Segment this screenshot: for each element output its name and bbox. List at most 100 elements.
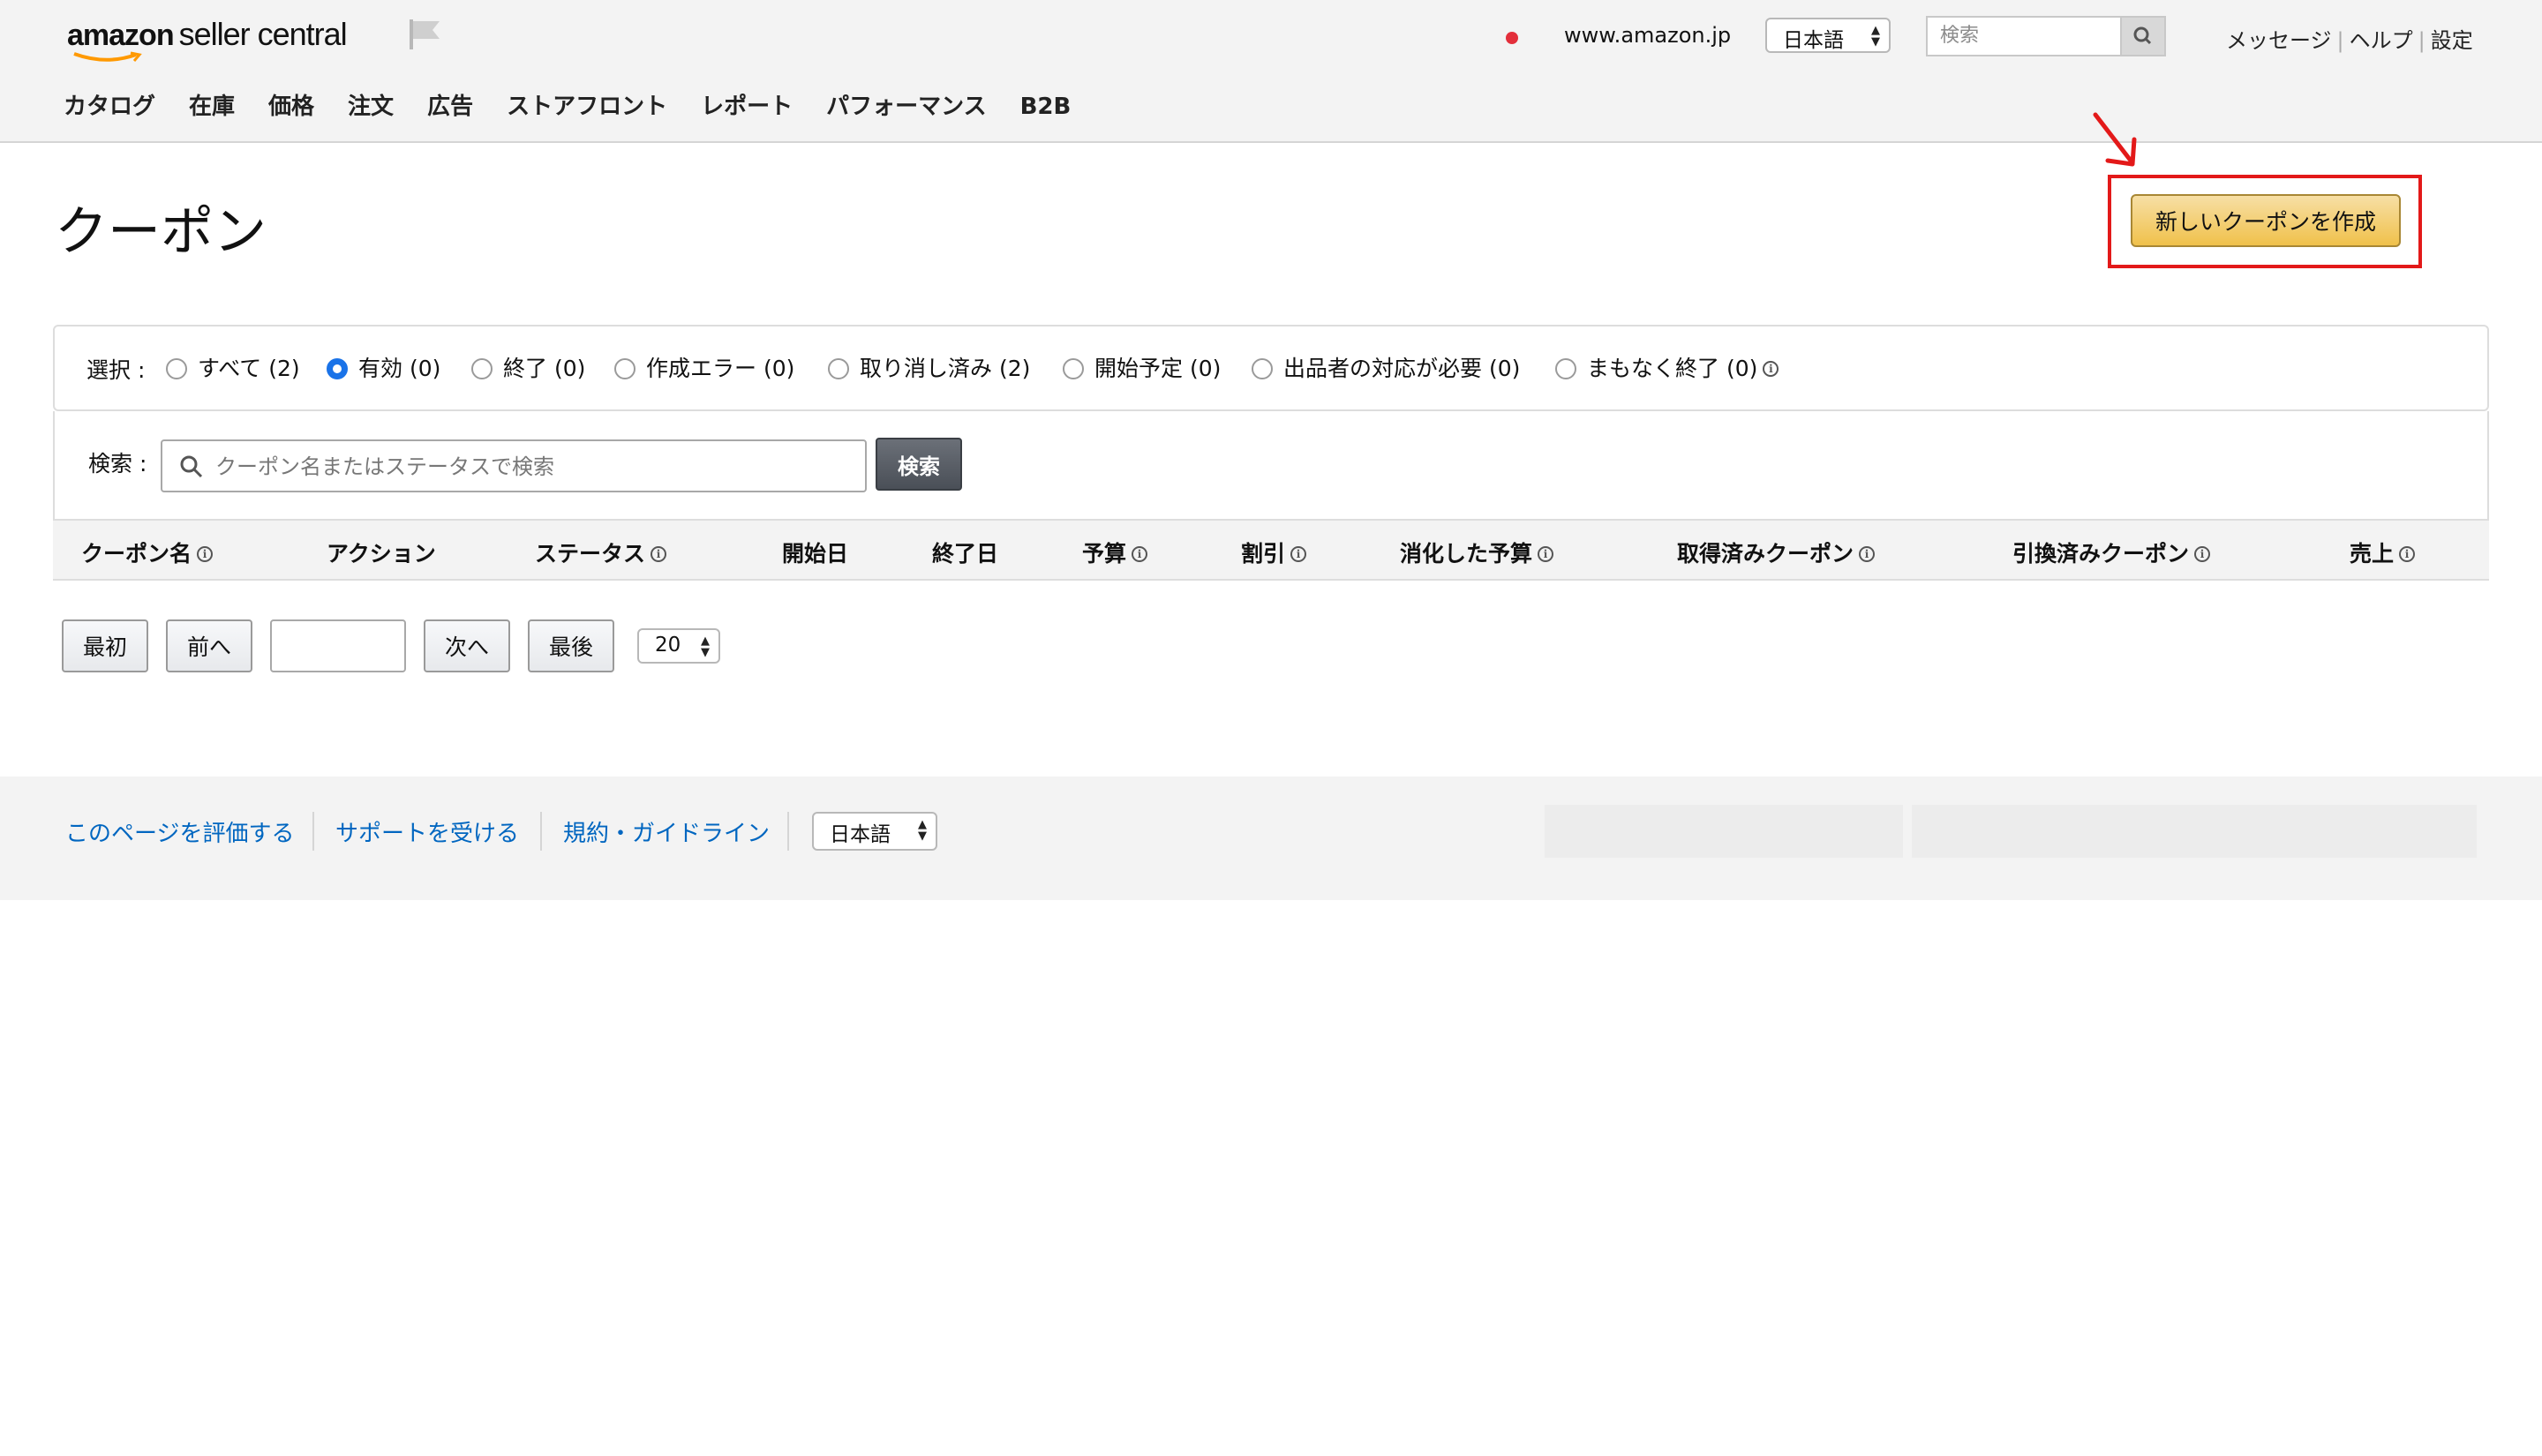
filter-option-action-required[interactable]: 出品者の対応が必要 (0): [1252, 351, 1520, 383]
get-support-link[interactable]: サポートを受ける: [335, 815, 519, 848]
filter-option-all[interactable]: すべて (2): [166, 351, 300, 383]
radio-unchecked-icon: [1555, 358, 1576, 379]
radio-unchecked-icon: [1063, 358, 1084, 379]
search-label: 検索 :: [88, 451, 147, 477]
info-icon[interactable]: i: [2399, 546, 2416, 562]
page-title: クーポン: [55, 201, 267, 263]
radio-unchecked-icon: [828, 358, 849, 379]
info-icon[interactable]: i: [2194, 546, 2211, 562]
filter-option-active[interactable]: 有効 (0): [327, 351, 440, 383]
footer-divider: [312, 812, 314, 851]
seller-central-logo[interactable]: amazon seller central: [67, 16, 348, 62]
column-clipped-coupons[interactable]: 取得済みクーポン i: [1677, 537, 1876, 568]
column-status[interactable]: ステータス i: [535, 537, 667, 568]
page-footer: このページを評価する サポートを受ける 規約・ガイドライン 日本語 ▲ ▼: [0, 777, 2542, 900]
page-number-input[interactable]: [270, 619, 406, 672]
filter-option-ending-soon[interactable]: まもなく終了 (0) i: [1555, 351, 1779, 383]
marketplace-selector[interactable]: www.amazon.jp: [1564, 23, 1731, 48]
filter-option-canceled[interactable]: 取り消し済み (2): [828, 351, 1030, 383]
search-icon: [2133, 26, 2152, 45]
info-icon[interactable]: i: [1763, 361, 1779, 377]
prev-page-button[interactable]: 前へ: [166, 619, 252, 672]
settings-link[interactable]: 設定: [2431, 28, 2473, 53]
main-nav: カタログ 在庫 価格 注文 広告 ストアフロント レポート パフォーマンス B2B: [64, 88, 1104, 121]
info-icon[interactable]: i: [1290, 546, 1307, 562]
policies-link[interactable]: 規約・ガイドライン: [563, 815, 770, 848]
select-arrows-icon: ▲ ▼: [1871, 24, 1880, 49]
radio-unchecked-icon: [166, 358, 187, 379]
nav-performance[interactable]: パフォーマンス: [826, 94, 986, 120]
coupon-table-header: クーポン名 i アクション ステータス i 開始日 終了日 予算 i 割引 i 消化した…: [53, 521, 2489, 581]
nav-storefront[interactable]: ストアフロント: [507, 94, 667, 120]
create-coupon-button[interactable]: 新しいクーポンを作成: [2131, 194, 2401, 247]
filter-option-label: 取り消し済み (2): [860, 356, 1031, 381]
nav-reports[interactable]: レポート: [701, 94, 793, 120]
column-redeemed-coupons[interactable]: 引換済みクーポン i: [2012, 537, 2211, 568]
first-page-button[interactable]: 最初: [62, 619, 148, 672]
help-link[interactable]: ヘルプ: [2350, 28, 2413, 53]
column-sales[interactable]: 売上 i: [2350, 537, 2416, 568]
search-icon: [180, 455, 203, 478]
column-action[interactable]: アクション: [327, 537, 436, 568]
column-discount[interactable]: 割引 i: [1241, 537, 1307, 568]
global-search-input[interactable]: [1928, 18, 2117, 53]
status-filter-panel: 選択 : すべて (2) 有効 (0) 終了 (0) 作成エラー (0) 取り消…: [53, 325, 2489, 411]
filter-option-ended[interactable]: 終了 (0): [471, 351, 585, 383]
global-search-button[interactable]: [2120, 18, 2164, 55]
column-label: 売上: [2350, 541, 2395, 567]
column-spent-budget[interactable]: 消化した予算 i: [1400, 537, 1554, 568]
select-arrows-icon: ▲ ▼: [918, 818, 927, 843]
radio-unchecked-icon: [1252, 358, 1273, 379]
filter-option-label: 開始予定 (0): [1094, 356, 1222, 381]
footer-blank-panel: [1545, 805, 1903, 858]
coupon-search-box: [161, 439, 867, 492]
column-start-date[interactable]: 開始日: [782, 537, 848, 568]
top-header: amazon seller central www.amazon.jp 日本語 ▲…: [0, 0, 2542, 143]
footer-blank-panel: [1912, 805, 2477, 858]
footer-language-select[interactable]: 日本語 ▲ ▼: [812, 812, 937, 851]
nav-orders[interactable]: 注文: [348, 94, 394, 120]
coupon-search-panel: 検索 : 検索: [53, 411, 2489, 521]
page-size-value: 20: [655, 634, 681, 657]
footer-divider: [787, 812, 789, 851]
top-links: メッセージ | ヘルプ | 設定: [2226, 28, 2473, 53]
coupon-search-input[interactable]: [214, 448, 853, 485]
nav-b2b[interactable]: B2B: [1020, 94, 1072, 120]
info-icon[interactable]: i: [1859, 546, 1876, 562]
filter-option-label: 出品者の対応が必要 (0): [1283, 356, 1521, 381]
nav-advertising[interactable]: 広告: [427, 94, 473, 120]
nav-pricing[interactable]: 価格: [268, 94, 314, 120]
info-icon[interactable]: i: [197, 546, 214, 562]
column-label: クーポン名: [81, 541, 192, 567]
language-select[interactable]: 日本語 ▲ ▼: [1765, 18, 1891, 53]
coupon-search-button[interactable]: 検索: [876, 438, 962, 491]
logo-brand-text: amazon: [67, 19, 175, 52]
select-arrows-icon: ▲ ▼: [701, 634, 710, 659]
column-label: 取得済みクーポン: [1677, 541, 1854, 567]
nav-inventory[interactable]: 在庫: [189, 94, 235, 120]
column-end-date[interactable]: 終了日: [932, 537, 998, 568]
filter-option-error[interactable]: 作成エラー (0): [614, 351, 794, 383]
info-icon[interactable]: i: [1132, 546, 1148, 562]
logo-product-text: seller central: [178, 16, 348, 52]
messages-link[interactable]: メッセージ: [2226, 28, 2332, 53]
column-label: 終了日: [932, 541, 999, 567]
radio-checked-icon: [327, 358, 348, 379]
filter-option-label: 作成エラー (0): [646, 356, 795, 381]
rate-page-link[interactable]: このページを評価する: [65, 815, 294, 848]
next-page-button[interactable]: 次へ: [424, 619, 510, 672]
footer-divider: [540, 812, 542, 851]
filter-option-scheduled[interactable]: 開始予定 (0): [1063, 351, 1221, 383]
page-size-select[interactable]: 20 ▲ ▼: [637, 628, 720, 664]
column-label: 消化した予算: [1400, 541, 1533, 567]
column-coupon-name[interactable]: クーポン名 i: [81, 537, 214, 568]
column-label: アクション: [327, 541, 436, 567]
filter-option-label: まもなく終了 (0): [1587, 356, 1758, 381]
info-icon[interactable]: i: [1538, 546, 1554, 562]
last-page-button[interactable]: 最後: [528, 619, 614, 672]
column-label: 開始日: [782, 541, 849, 567]
info-icon[interactable]: i: [651, 546, 667, 562]
nav-catalog[interactable]: カタログ: [64, 94, 155, 120]
column-budget[interactable]: 予算 i: [1082, 537, 1148, 568]
flag-icon[interactable]: [408, 18, 443, 51]
